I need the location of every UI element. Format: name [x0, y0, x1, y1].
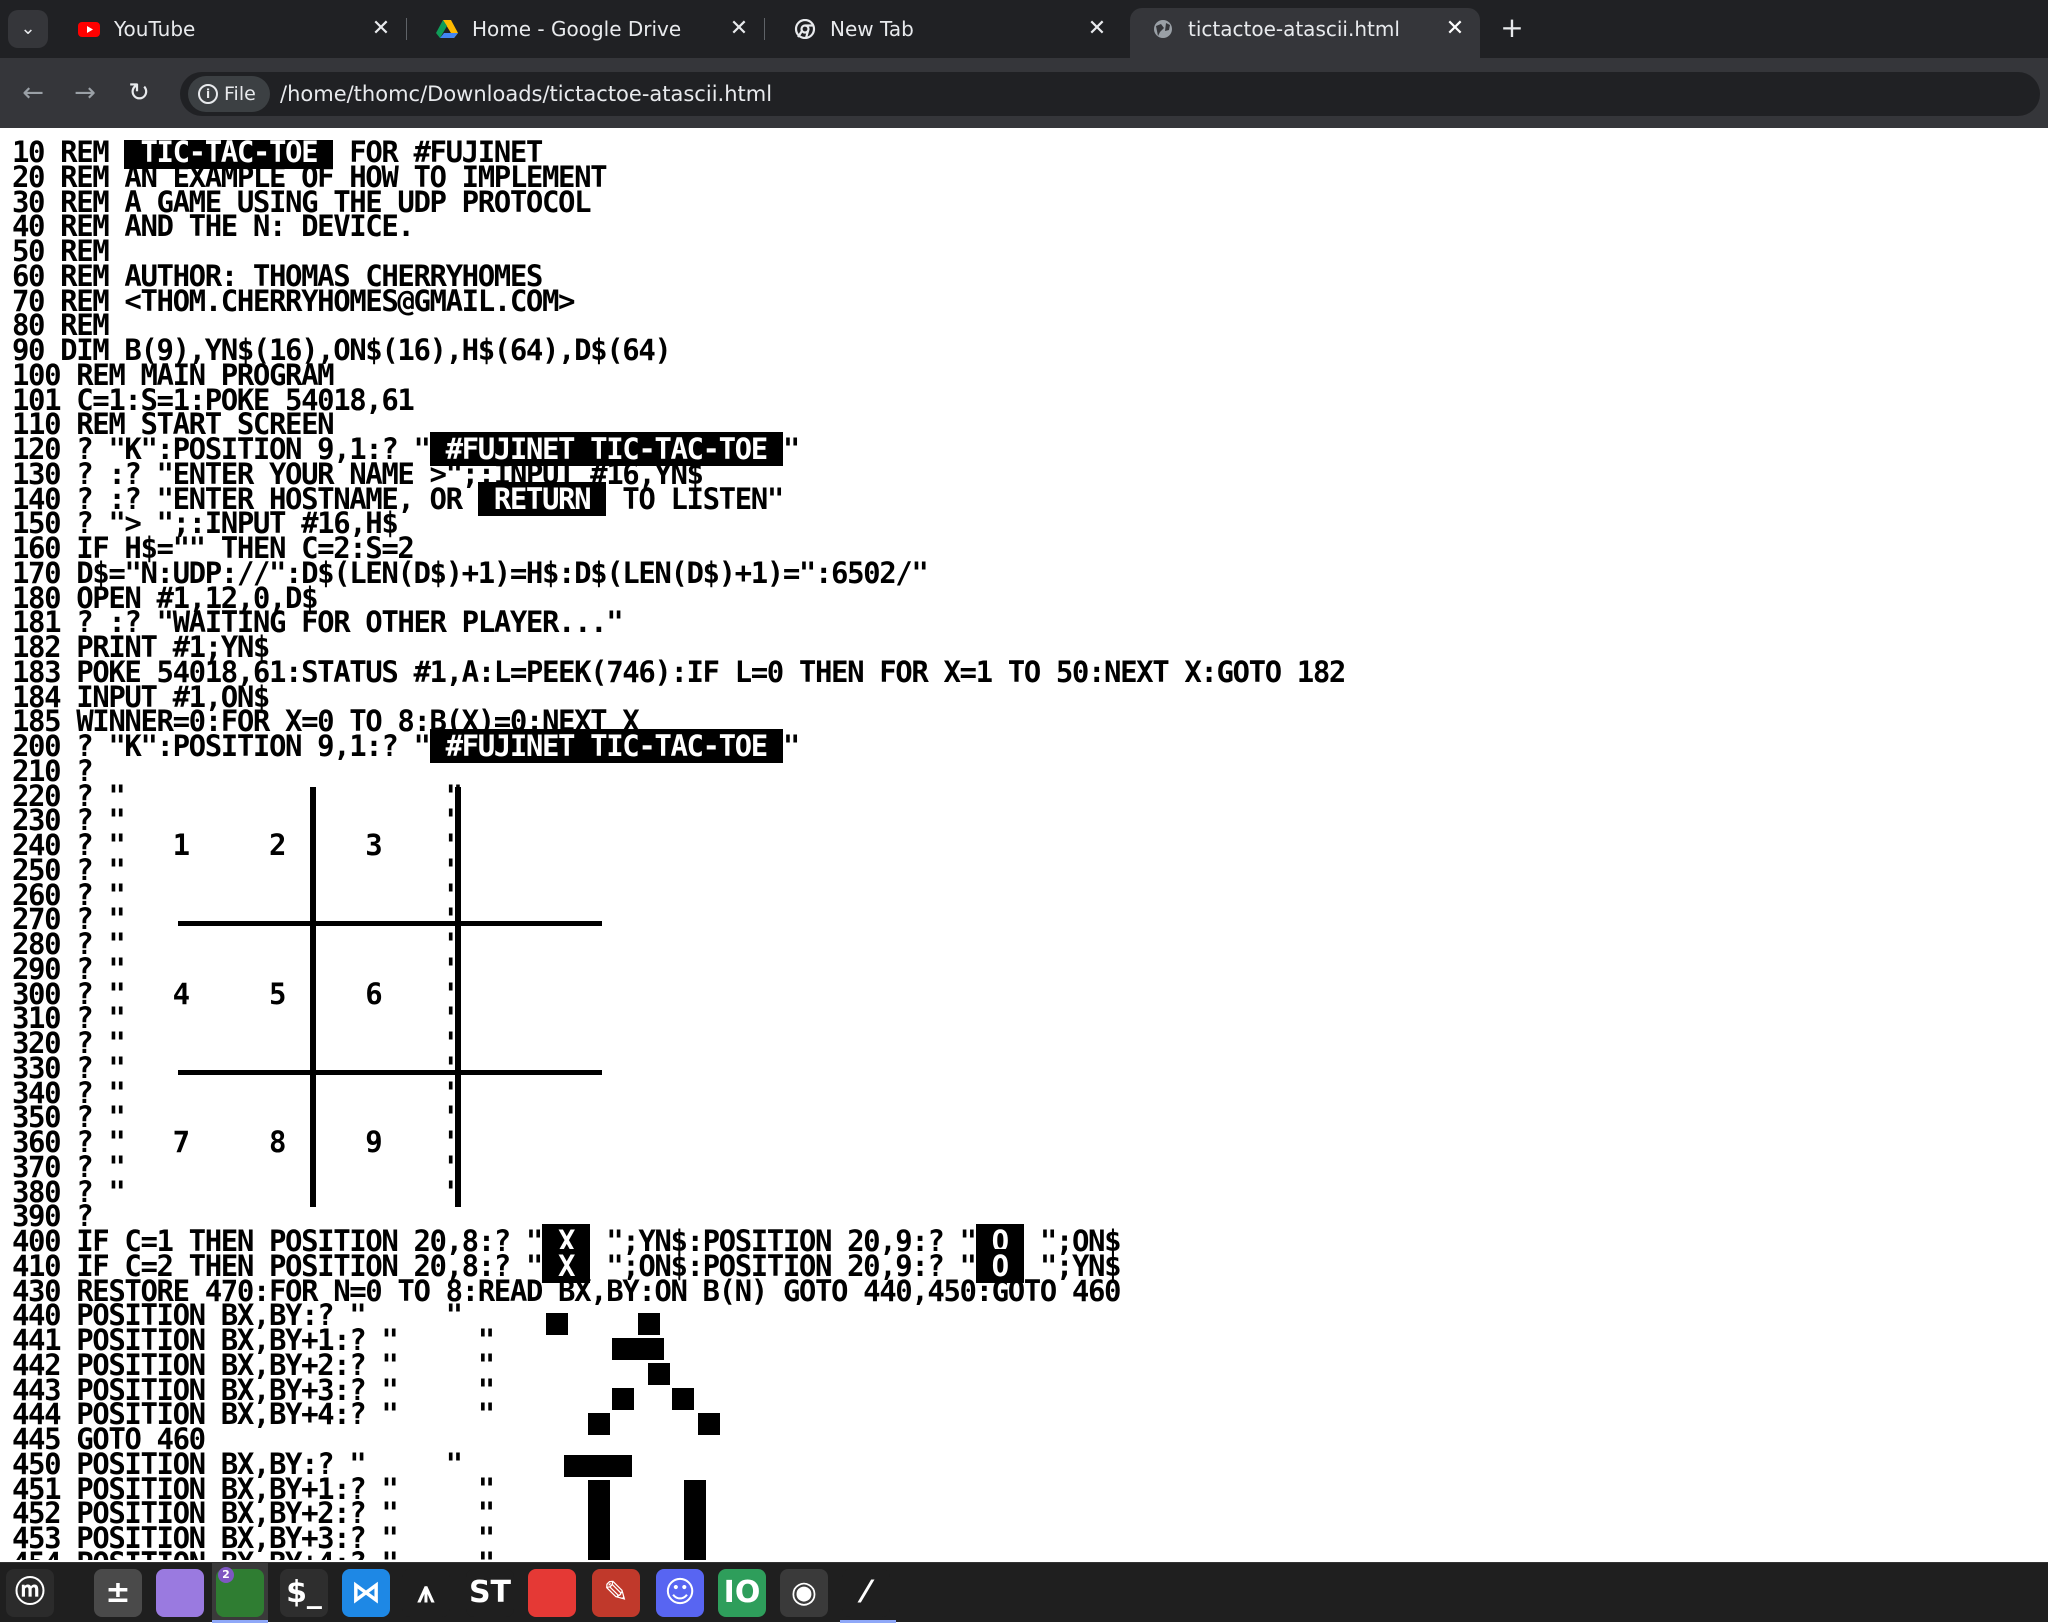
vscode-icon[interactable]: ⋈	[342, 1569, 390, 1617]
tab-strip: ⌄ YouTube ✕ Home - Google Drive ✕ New Ta…	[0, 0, 2048, 58]
tab-google-drive[interactable]: Home - Google Drive ✕	[414, 8, 765, 50]
code-line: 454 POSITION BX,BY+4:? " "	[12, 1548, 2042, 1560]
calculator-icon[interactable]: ±	[94, 1569, 142, 1617]
close-icon[interactable]: ✕	[370, 8, 392, 50]
page-content-atascii-listing: 10 REM TIC-TAC-TOE FOR #FUJINET 20 REM AN…	[12, 140, 2042, 1560]
tab-title: tictactoe-atascii.html	[1188, 17, 1400, 41]
back-button[interactable]: ←	[14, 74, 52, 112]
browser-toolbar: ← → ↻ i File /home/thomc/Downloads/ticta…	[0, 58, 2048, 128]
globe-icon	[1154, 20, 1172, 38]
plus-icon: +	[1500, 11, 1524, 44]
amiga-ball-icon[interactable]	[528, 1569, 576, 1617]
close-icon[interactable]: ✕	[1086, 8, 1108, 50]
tab-title: Home - Google Drive	[472, 17, 682, 41]
obs-icon[interactable]: ◉	[780, 1569, 828, 1617]
tab-search-dropdown-button[interactable]: ⌄	[8, 10, 48, 48]
discord-icon[interactable]: ☺	[656, 1569, 704, 1617]
code-line: 40 REM AND THE N: DEVICE.	[12, 212, 2042, 241]
code-line: 70 REM <THOM.CHERRYHOMES@GMAIL.COM>	[12, 286, 2042, 315]
site-info-label: File	[224, 83, 256, 105]
arrow-right-icon: →	[74, 78, 96, 108]
address-bar[interactable]: i File /home/thomc/Downloads/tictactoe-a…	[180, 72, 2040, 116]
mint-menu-icon[interactable]: ⓜ	[6, 1569, 54, 1617]
code-line: 181 ? :? "WAITING FOR OTHER PLAYER..."	[12, 608, 2042, 637]
io-icon[interactable]: IO	[718, 1569, 766, 1617]
window-count-badge: 2	[218, 1567, 234, 1583]
forward-button[interactable]: →	[66, 74, 104, 112]
chrome-browser-icon[interactable]: 2	[216, 1567, 264, 1617]
code-line: 444 POSITION BX,BY+4:? " "	[12, 1400, 2042, 1429]
chrome-icon	[794, 19, 816, 39]
code-line: 183 POKE 54018,61:STATUS #1,A:L=PEEK(746…	[12, 657, 2042, 686]
terminal-icon[interactable]: $_	[280, 1569, 328, 1617]
system-taskbar: ⓜ ±2 $_ ⋈ ⩚ ST ✎ ☺ IO ◉ ⁄	[0, 1562, 2048, 1623]
arrow-left-icon: ←	[22, 78, 44, 108]
gimp-icon[interactable]: ✎	[592, 1569, 640, 1617]
tab-tictactoe-atascii[interactable]: tictactoe-atascii.html ✕	[1130, 8, 1480, 58]
reload-button[interactable]: ↻	[120, 74, 158, 112]
atari-st-icon[interactable]: ST	[466, 1569, 514, 1617]
tab-new-tab[interactable]: New Tab ✕	[772, 8, 1122, 50]
code-text: 454 POSITION BX,BY+4:? " "	[12, 1546, 495, 1560]
youtube-icon	[78, 22, 100, 37]
code-line: 380 ? " "	[12, 1177, 2042, 1206]
code-line: 200 ? "K":POSITION 9,1:? " #FUJINET TIC-…	[12, 729, 2042, 763]
atari-icon[interactable]: ⩚	[402, 1569, 450, 1617]
editor-pen-icon[interactable]: ⁄	[842, 1569, 890, 1617]
chevron-down-icon: ⌄	[20, 18, 36, 39]
files-folder-icon[interactable]	[156, 1569, 204, 1617]
close-icon[interactable]: ✕	[728, 8, 750, 50]
site-info-chip[interactable]: i File	[188, 76, 270, 112]
url-text[interactable]: /home/thomc/Downloads/tictactoe-atascii.…	[280, 72, 772, 116]
close-icon[interactable]: ✕	[1444, 8, 1466, 50]
tab-title: New Tab	[830, 17, 914, 41]
reload-icon: ↻	[128, 78, 150, 108]
tab-title: YouTube	[114, 17, 196, 41]
tab-youtube[interactable]: YouTube ✕	[56, 8, 407, 50]
new-tab-button[interactable]: +	[1496, 8, 1528, 50]
info-icon: i	[198, 84, 218, 104]
google-drive-icon	[436, 20, 458, 38]
